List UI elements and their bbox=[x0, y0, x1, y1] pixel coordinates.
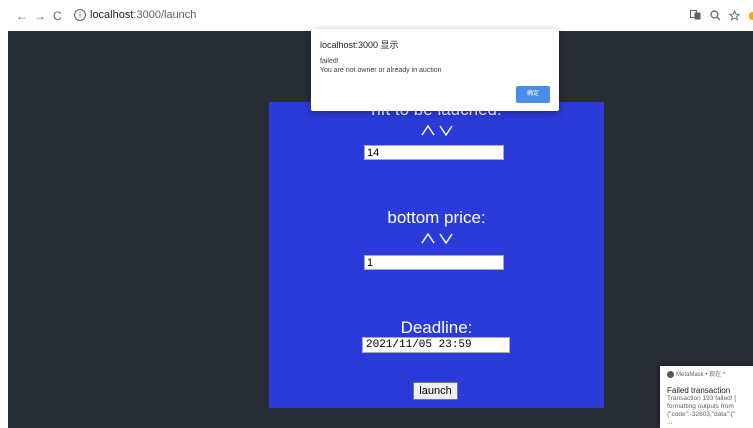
nft-stepper-arrows[interactable] bbox=[269, 124, 604, 138]
notification-body-line2: formatting outputs from bbox=[667, 403, 734, 410]
price-stepper-arrows[interactable] bbox=[269, 232, 604, 246]
zoom-icon[interactable] bbox=[710, 10, 721, 24]
bottom-price-title: bottom price: bbox=[387, 208, 486, 227]
notification-app-name: MetaMask • 现在 ^ bbox=[676, 372, 726, 379]
star-icon[interactable] bbox=[728, 9, 741, 24]
url-path: :3000/launch bbox=[133, 9, 197, 21]
bottom-price-input[interactable] bbox=[364, 255, 504, 270]
notification-header: MetaMask • 现在 ^ bbox=[667, 371, 726, 379]
url-host: localhost bbox=[90, 9, 134, 21]
up-down-arrows-icon bbox=[420, 232, 453, 244]
metamask-icon bbox=[667, 371, 674, 378]
alert-origin: localhost:3000 显示 bbox=[320, 40, 399, 50]
address-bar[interactable]: localhost:3000/launch bbox=[90, 9, 196, 21]
launch-button[interactable]: launch bbox=[413, 382, 458, 400]
notification-title: Failed transaction bbox=[667, 386, 731, 395]
deadline-input[interactable]: 2021/11/05 23:59 bbox=[362, 337, 510, 353]
notification-body-line4: ... bbox=[667, 419, 673, 426]
deadline-title: Deadline: bbox=[400, 318, 473, 337]
info-icon[interactable]: i bbox=[74, 9, 86, 21]
up-down-arrows-icon bbox=[420, 124, 453, 136]
alert-message-line2: You are not owner or already in auction bbox=[320, 67, 442, 74]
back-button[interactable]: ← bbox=[16, 9, 28, 23]
translate-icon[interactable] bbox=[690, 10, 701, 23]
browser-toolbar: ← → C i localhost:3000/launch bbox=[0, 0, 753, 31]
notification-body-line1: Transaction 193 failed! [ bbox=[667, 395, 737, 402]
extension-icon[interactable] bbox=[749, 12, 753, 20]
nft-id-input[interactable] bbox=[364, 145, 504, 160]
metamask-notification[interactable]: MetaMask • 现在 ^ Failed transaction Trans… bbox=[660, 366, 753, 428]
notification-body-line3: {"code":-32603,"data":{" bbox=[667, 411, 736, 418]
alert-ok-button[interactable]: 确定 bbox=[516, 86, 550, 103]
alert-dialog: localhost:3000 显示 failed! You are not ow… bbox=[311, 29, 559, 111]
alert-message-line1: failed! bbox=[320, 58, 339, 65]
reload-button[interactable]: C bbox=[53, 9, 62, 23]
launch-form-panel: nft to be lauched: bottom price: Deadlin… bbox=[269, 100, 604, 408]
forward-button[interactable]: → bbox=[34, 9, 46, 23]
